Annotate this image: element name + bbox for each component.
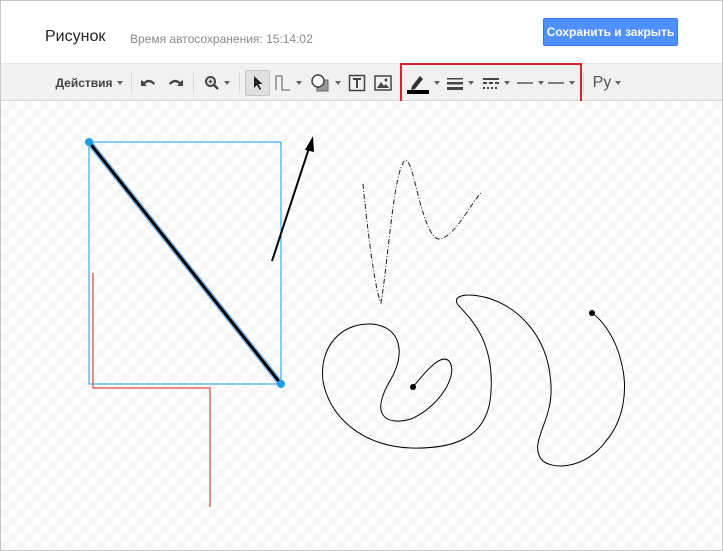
- curve-endpoint: [589, 310, 595, 316]
- redo-button[interactable]: [164, 70, 186, 96]
- selection-handle[interactable]: [85, 138, 93, 146]
- chevron-down-icon: [296, 81, 302, 85]
- red-elbow-line[interactable]: [92, 273, 211, 507]
- line-dash-button[interactable]: [479, 70, 513, 96]
- toolbar-divider: [239, 73, 240, 93]
- textbox-icon: [348, 74, 366, 92]
- arrow-line[interactable]: [271, 144, 311, 262]
- textbox-tool-button[interactable]: [346, 70, 368, 96]
- select-tool-button[interactable]: [245, 70, 270, 96]
- redo-icon: [169, 79, 183, 86]
- toolbar-divider: [193, 73, 194, 93]
- save-and-close-button[interactable]: Сохранить и закрыть: [543, 18, 678, 46]
- line-start-icon: [517, 82, 533, 84]
- chevron-down-icon: [116, 81, 123, 85]
- line-color-icon: [407, 76, 429, 94]
- select-icon: [253, 76, 262, 90]
- autosave-status: Время автосохранения: 15:14:02: [130, 32, 313, 46]
- chevron-down-icon: [504, 81, 510, 85]
- input-tools-button[interactable]: Ру: [588, 70, 626, 96]
- toolbar: Действия Ру: [1, 63, 722, 101]
- arrowhead: [305, 136, 314, 152]
- undo-button[interactable]: [138, 70, 160, 96]
- line-weight-button[interactable]: [444, 70, 476, 96]
- chevron-down-icon: [615, 81, 622, 85]
- selected-line[interactable]: [87, 141, 283, 385]
- shape-tool-button[interactable]: [307, 70, 342, 96]
- line-color-button[interactable]: [405, 70, 441, 96]
- line-icon: [275, 75, 290, 91]
- toolbar-divider: [131, 73, 132, 93]
- toolbar-divider: [583, 73, 584, 93]
- freeform-curve[interactable]: [322, 294, 626, 467]
- line-end-button[interactable]: [546, 70, 576, 96]
- zoom-icon: [205, 76, 219, 90]
- drawing-dialog: Рисунок Время автосохранения: 15:14:02 С…: [0, 0, 723, 551]
- shape-icon: [310, 74, 328, 92]
- input-tools-label: Ру: [592, 74, 612, 91]
- line-weight-icon: [447, 78, 463, 90]
- dash-dot-curve[interactable]: [362, 159, 482, 305]
- line-tool-button[interactable]: [273, 70, 303, 96]
- zoom-button[interactable]: [200, 70, 234, 96]
- chevron-down-icon: [224, 81, 230, 85]
- line-end-icon: [548, 82, 564, 84]
- image-tool-button[interactable]: [372, 70, 394, 96]
- line-dash-icon: [483, 78, 499, 89]
- chevron-down-icon: [468, 81, 474, 85]
- chevron-down-icon: [569, 81, 575, 85]
- dialog-header: Рисунок Время автосохранения: 15:14:02 С…: [1, 1, 722, 63]
- drawing-canvas[interactable]: [1, 101, 722, 550]
- chevron-down-icon: [538, 81, 544, 85]
- line-start-button[interactable]: [515, 70, 545, 96]
- actions-menu[interactable]: Действия: [51, 70, 127, 96]
- chevron-down-icon: [434, 81, 440, 85]
- selection-handle[interactable]: [277, 380, 285, 388]
- drawing-svg: [85, 136, 626, 507]
- actions-menu-label: Действия: [55, 76, 113, 90]
- chevron-down-icon: [334, 81, 341, 85]
- dialog-title: Рисунок: [45, 28, 106, 45]
- curve-endpoint: [410, 384, 416, 390]
- undo-icon: [141, 79, 155, 86]
- image-icon: [374, 75, 392, 91]
